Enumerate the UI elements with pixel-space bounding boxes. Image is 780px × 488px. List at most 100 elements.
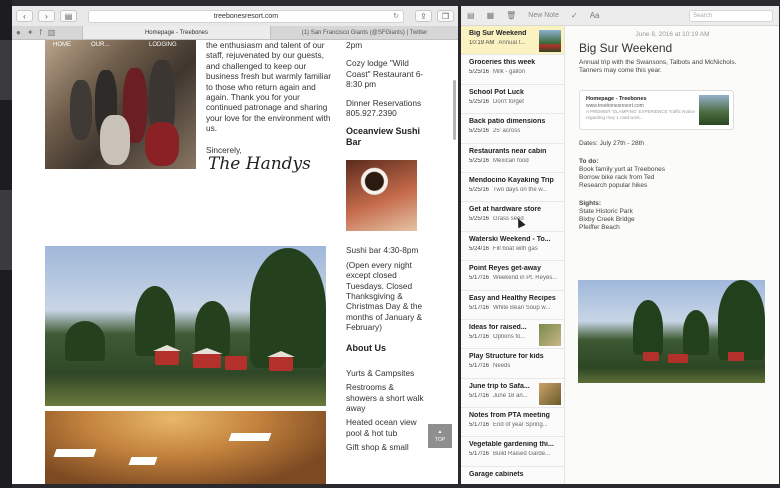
facebook-icon[interactable]: f [40,28,42,37]
sight-item[interactable]: State Historic Park [566,208,779,216]
sidebar-toggle-icon[interactable]: ▤ [467,11,475,20]
note-thumbnail [539,30,561,52]
note-list-item[interactable]: Garage cabinets [461,467,564,484]
bookmarks-icon[interactable]: ▥ [48,28,56,37]
note-item-snippet: End of year Spring... [493,422,548,429]
pinterest-icon[interactable]: ● [16,28,21,37]
note-list-item[interactable]: Point Reyes get-away 5/17/16 Weekend in Pt… [461,261,564,291]
note-item-snippet: Needs [493,363,511,370]
site-nav-lodging[interactable]: LODGING [149,42,177,48]
notes-search-input[interactable]: Search [689,9,773,22]
note-thumbnail [539,382,561,405]
note-item-meta: 5/17/16 White Bean Soup w... [469,305,560,311]
todo-heading[interactable]: To do: [566,158,779,166]
note-item-date: 5/17/16 [469,392,490,399]
note-title[interactable]: Big Sur Weekend [566,41,779,55]
tab-bar: ● ✦ f ▥ Homepage - Treebones (1) San Fra… [12,26,458,40]
site-nav-our[interactable]: OUR... [91,42,109,48]
yurt-interior-photo [45,411,326,484]
sights-heading[interactable]: Sights: [566,200,779,208]
link-snippet: A PREMIER 'GLAMPING' EXPERIENCE Traffic … [586,109,695,120]
note-list-item[interactable]: Mendocino Kayaking Trip 5/25/16 Two days o… [461,173,564,203]
forward-button[interactable]: › [38,10,55,22]
welcome-text: the enthusiasm and talent of our staff, … [206,40,336,155]
note-list-item[interactable]: Back patio dimensions 5/25/16 25' across [461,114,564,144]
note-item-snippet: Weekend in Pt. Reyes... [493,275,558,282]
note-item-snippet: Fill boat with gas [493,245,538,252]
note-item-meta: 5/25/16 25' across [469,128,560,134]
twitter-icon[interactable]: ✦ [27,28,34,37]
tab-treebones[interactable]: Homepage - Treebones [82,26,270,39]
note-list-item[interactable]: School Pot Luck 5/25/16 Don't forget [461,85,564,115]
trash-icon[interactable]: 🗑 [506,11,516,20]
todo-item[interactable]: Borrow bike rack from Ted [566,174,779,182]
about-item[interactable]: Yurts & Campsites [346,368,426,378]
note-item-snippet: Milk - gallon [493,69,526,76]
new-note-button[interactable]: New Note [528,12,559,19]
yurts-photo [45,246,326,406]
note-list-item[interactable]: Waterski Weekend - To... 5/24/16 Fill boat… [461,232,564,262]
note-list-item[interactable]: Groceries this week 5/25/16 Milk - gallon [461,55,564,85]
back-to-top-button[interactable]: ▲ TOP [428,424,452,448]
safari-window: ‹ › ▤ treebonesresort.com ↻ ⇪ ❐ ● ✦ f ▥ H… [12,6,458,484]
note-item-title: Groceries this week [469,59,536,67]
address-bar[interactable]: treebonesresort.com ↻ [88,9,404,23]
sight-item[interactable]: Bixby Creek Bridge [566,216,779,224]
note-item-snippet: Two days on the w... [493,186,548,193]
note-list-item[interactable]: Ideas for raised... 5/17/16 Options fo... [461,320,564,350]
note-item-meta: 5/25/16 Mexican food [469,158,560,164]
back-button[interactable]: ‹ [16,10,33,22]
note-item-snippet: Build Raised Garde... [493,451,551,458]
hours-text: 2pm [346,40,363,50]
note-item-meta: 5/17/16 Build Raised Garde... [469,451,560,457]
note-detail[interactable]: June 8, 2016 at 10:19 AM Big Sur Weekend… [566,26,779,484]
sushi-hours: Sushi bar 4:30-8pm [346,245,419,256]
note-list-item[interactable]: Play Structure for kids 5/17/16 Needs [461,349,564,379]
favorites-icons: ● ✦ f ▥ [12,26,82,39]
link-preview-card[interactable]: Homepage - Treebones www.treebonesresort… [579,90,734,130]
note-item-meta: 5/25/16 Two days on the w... [469,187,560,193]
note-item-title: Back patio dimensions [469,118,546,126]
todo-item[interactable]: Book family yurt at Treebones [566,166,779,174]
note-item-snippet: Options fo... [493,333,526,340]
note-item-title: Get at hardware store [469,206,541,214]
dock-strip [0,0,12,488]
note-item-date: 5/24/16 [469,245,490,252]
note-list-item[interactable]: June trip to Safa... 5/17/16 June 18 an... [461,379,564,409]
checklist-icon[interactable]: ✓ [571,11,578,20]
note-item-snippet: Annual t... [498,40,526,46]
format-icon[interactable]: Aa [590,11,600,20]
sight-item[interactable]: Pfeiffer Beach [566,224,779,232]
note-thumbnail [539,323,561,346]
note-list-item[interactable]: Easy and Healthy Recipes 5/17/16 White Bea… [461,291,564,320]
about-item[interactable]: Heated ocean view pool & hot tub [346,417,426,438]
tabs-overview-icon[interactable]: ❐ [437,10,454,22]
note-dates[interactable]: Dates: July 27th - 28th [566,140,779,148]
note-item-snippet: Don't forget [493,98,524,105]
note-list-item[interactable]: Vegetable gardening thi... 5/17/16 Build R… [461,437,564,467]
tab-twitter[interactable]: (1) San Francisco Giants (@SFGiants) | T… [270,26,458,39]
gallery-icon[interactable]: ▦ [487,11,495,20]
note-item-date: 5/25/16 [469,128,490,135]
note-item-title: Waterski Weekend - To... [469,235,551,243]
restaurant-hours: Cozy lodge "Wild Coast" Restaurant 6-8:3… [346,58,424,90]
notes-toolbar: ▤ ▦ 🗑 New Note ✓ Aa Search [461,6,779,26]
note-list-item[interactable]: Big Sur Weekend 10:19 AM Annual t... [461,26,564,56]
about-item[interactable]: Restrooms & showers a short walk away [346,382,426,413]
notes-list: Big Sur Weekend 10:19 AM Annual t... Grocer… [461,26,565,484]
about-item[interactable]: Gift shop & small [346,442,426,452]
page-scrollbar[interactable] [453,80,456,140]
yurts-photo-attachment[interactable] [578,280,765,383]
note-item-title: Restaurants near cabin [469,147,547,155]
note-list-item[interactable]: Notes from PTA meeting 5/17/16 End of year… [461,408,564,438]
note-item-snippet: White Bean Soup w... [493,304,551,311]
share-icon[interactable]: ⇪ [415,10,432,22]
note-list-item[interactable]: Restaurants near cabin 5/25/16 Mexican foo… [461,144,564,173]
note-item-snippet: 25' across [493,128,521,135]
reload-icon[interactable]: ↻ [393,11,399,22]
site-nav-home[interactable]: HOME [53,42,71,48]
sidebar-icon[interactable]: ▤ [60,10,77,22]
note-intro[interactable]: Annual trip with the Swansons, Talbots a… [566,59,756,75]
todo-item[interactable]: Research popular hikes [566,182,779,190]
note-list-item[interactable]: Get at hardware store 5/25/16 Grass seed [461,202,564,232]
